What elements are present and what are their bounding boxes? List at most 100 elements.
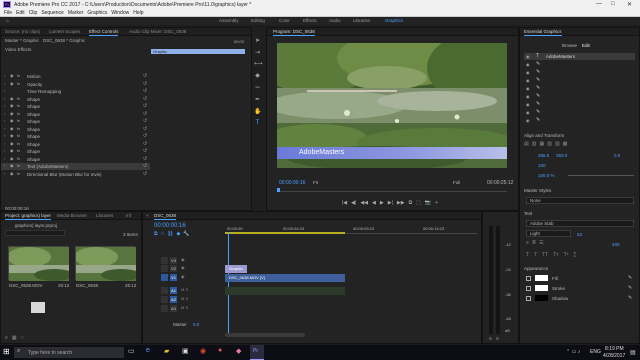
track-name[interactable]: A2 bbox=[170, 296, 177, 303]
font-size-value[interactable]: 63 bbox=[577, 232, 582, 237]
workspace-assembly[interactable]: Assembly bbox=[219, 18, 239, 23]
menu-help[interactable]: Help bbox=[133, 9, 143, 17]
visibility-eye-icon[interactable]: ◉ bbox=[10, 103, 14, 108]
tab-audio-clip-mixer[interactable]: Audio Clip Mixer: DSC_0638 bbox=[129, 29, 186, 34]
timeline-title[interactable]: DSC_0638 bbox=[154, 213, 177, 220]
eg-layer-row[interactable]: ◉ ✎ bbox=[524, 85, 635, 92]
nest-icon[interactable]: ⧉ bbox=[154, 231, 158, 237]
shadow-checkbox[interactable] bbox=[526, 295, 531, 301]
eg-title[interactable]: Essential Graphics bbox=[524, 29, 562, 36]
program-quality-select[interactable]: Full bbox=[453, 180, 460, 185]
add-button-icon[interactable]: + bbox=[435, 200, 438, 206]
position-x[interactable]: 256.5 bbox=[538, 153, 549, 158]
program-timecode[interactable]: 00:00:00:16 bbox=[279, 180, 305, 186]
timeline-playhead[interactable] bbox=[228, 232, 229, 337]
play-icon[interactable]: ▶ bbox=[380, 200, 384, 206]
track-target-button[interactable] bbox=[161, 274, 168, 281]
workspace-color[interactable]: Color bbox=[279, 18, 290, 23]
explorer-icon[interactable]: ▰ bbox=[164, 347, 169, 355]
visibility-eye-icon[interactable]: ◉ bbox=[10, 171, 14, 176]
opacity-value[interactable]: 100.0 % bbox=[538, 173, 555, 178]
layer-eye-icon[interactable]: ◉ bbox=[526, 77, 530, 84]
expand-chevron-icon[interactable]: › bbox=[4, 81, 5, 86]
app-icon-pink[interactable]: ◆ bbox=[236, 347, 241, 355]
premiere-taskbar-button[interactable]: Pr bbox=[250, 345, 264, 360]
underline-icon[interactable]: T̲ bbox=[573, 252, 576, 258]
font-select[interactable]: Adobe Stab bbox=[526, 220, 634, 227]
timeline-settings-icon[interactable]: 🔧 bbox=[183, 231, 189, 237]
snap-icon[interactable]: ∩ bbox=[161, 231, 165, 237]
app-icon-red[interactable]: ● bbox=[218, 347, 222, 354]
reset-effect-icon[interactable]: ↺ bbox=[143, 81, 147, 87]
eg-layer-row[interactable]: ◉ ✎ bbox=[524, 101, 635, 108]
stroke-checkbox[interactable] bbox=[526, 285, 531, 291]
taskbar-date[interactable]: 4/28/2017 bbox=[603, 353, 625, 359]
timeline-zoom-scrollbar[interactable] bbox=[225, 333, 305, 337]
visibility-eye-icon[interactable]: ◉ bbox=[10, 118, 14, 123]
expand-chevron-icon[interactable]: › bbox=[4, 118, 5, 123]
tab-effect-controls[interactable]: Effect Controls bbox=[89, 29, 119, 36]
lower-third-text[interactable]: AdobeMasters bbox=[299, 149, 344, 156]
shadow-swatch[interactable] bbox=[535, 295, 548, 301]
home-icon[interactable]: ⌂ bbox=[6, 18, 9, 23]
layer-eye-icon[interactable]: ◉ bbox=[526, 93, 530, 100]
visibility-eye-icon[interactable]: ◉ bbox=[10, 96, 14, 101]
layer-eye-icon[interactable]: ◉ bbox=[526, 109, 530, 116]
visibility-eye-icon[interactable]: ◉ bbox=[10, 73, 14, 78]
track-name[interactable]: V1 bbox=[170, 274, 177, 281]
taskbar-lang[interactable]: ENG bbox=[590, 349, 601, 355]
timeline-ruler[interactable]: 00:00:00 00:00:04:23 00:00:09:23 00:00:1… bbox=[225, 224, 477, 234]
mark-in-icon[interactable]: |◀ bbox=[342, 200, 347, 206]
master-style-select[interactable]: None bbox=[526, 197, 634, 204]
track-mute-solo[interactable]: M S bbox=[181, 305, 188, 310]
reset-effect-icon[interactable]: ↺ bbox=[143, 103, 147, 109]
store-icon[interactable]: ▣ bbox=[182, 347, 189, 355]
effect-row[interactable]: › ◉ fx Shape ↺ bbox=[1, 126, 150, 133]
slip-tool-icon[interactable]: ⇿ bbox=[254, 84, 261, 91]
fill-checkbox[interactable] bbox=[526, 275, 531, 281]
reset-effect-icon[interactable]: ↺ bbox=[143, 118, 147, 124]
timeline-close-icon[interactable]: × bbox=[146, 213, 149, 218]
effect-row[interactable]: › ◉ fx Shape ↺ bbox=[1, 118, 150, 125]
effect-row[interactable]: › Time Remapping ↺ bbox=[1, 88, 150, 95]
reset-effect-icon[interactable]: ↺ bbox=[143, 96, 147, 102]
effect-row[interactable]: › ◉ fx Opacity ↺ bbox=[1, 81, 150, 88]
menu-sequence[interactable]: Sequence bbox=[41, 9, 64, 17]
font-style-select[interactable]: Light bbox=[526, 230, 571, 237]
maximize-button[interactable]: □ bbox=[611, 1, 615, 7]
expand-chevron-icon[interactable]: › bbox=[4, 126, 5, 131]
eg-layer-row[interactable]: ◉ ✎ bbox=[524, 77, 635, 84]
faux-italic-icon[interactable]: T bbox=[534, 252, 537, 258]
visibility-eye-icon[interactable]: ◉ bbox=[10, 163, 14, 168]
minimize-button[interactable]: — bbox=[596, 1, 602, 7]
rotation-value[interactable]: 0.0 bbox=[614, 153, 620, 158]
fill-eyedropper-icon[interactable]: ✎ bbox=[628, 275, 632, 281]
clip-thumbnail-1[interactable] bbox=[7, 246, 74, 281]
ripple-edit-tool-icon[interactable]: ⟷ bbox=[254, 60, 263, 67]
effect-row[interactable]: › ◉ fx Text (AdobeMasters) ↺ bbox=[1, 163, 150, 170]
expand-chevron-icon[interactable]: › bbox=[4, 141, 5, 146]
layer-eye-icon[interactable]: ◉ bbox=[526, 85, 530, 92]
track-name[interactable]: A1 bbox=[170, 287, 177, 294]
step-forward-icon[interactable]: ▶| bbox=[388, 200, 393, 206]
menu-file[interactable]: File bbox=[4, 9, 12, 17]
stroke-swatch[interactable] bbox=[535, 285, 548, 291]
project-search-input[interactable] bbox=[5, 230, 65, 236]
track-eye-icon[interactable]: ◉ bbox=[181, 257, 185, 262]
layer-eye-icon[interactable]: ◉ bbox=[526, 53, 530, 60]
eg-browse-tab[interactable]: Browse bbox=[562, 43, 577, 48]
extract-icon[interactable]: ⬚ bbox=[416, 200, 421, 206]
effect-row[interactable]: › ◉ fx Shape ↺ bbox=[1, 141, 150, 148]
text-align-right-icon[interactable]: ☰ bbox=[539, 240, 543, 246]
effect-row[interactable]: › ◉ fx Shape ↺ bbox=[1, 133, 150, 140]
reset-effect-icon[interactable]: ↺ bbox=[143, 141, 147, 147]
expand-chevron-icon[interactable]: › bbox=[4, 96, 5, 101]
work-area-bar[interactable] bbox=[225, 232, 345, 234]
reset-effect-icon[interactable]: ↺ bbox=[143, 88, 147, 94]
visibility-eye-icon[interactable]: ◉ bbox=[10, 141, 14, 146]
tab-source[interactable]: Source: (no clips) bbox=[5, 29, 40, 34]
add-marker-icon[interactable]: ◆ bbox=[177, 231, 181, 237]
menu-graphics[interactable]: Graphics bbox=[87, 9, 107, 17]
faux-bold-icon[interactable]: T bbox=[526, 252, 529, 258]
audio-clip[interactable] bbox=[225, 287, 345, 295]
